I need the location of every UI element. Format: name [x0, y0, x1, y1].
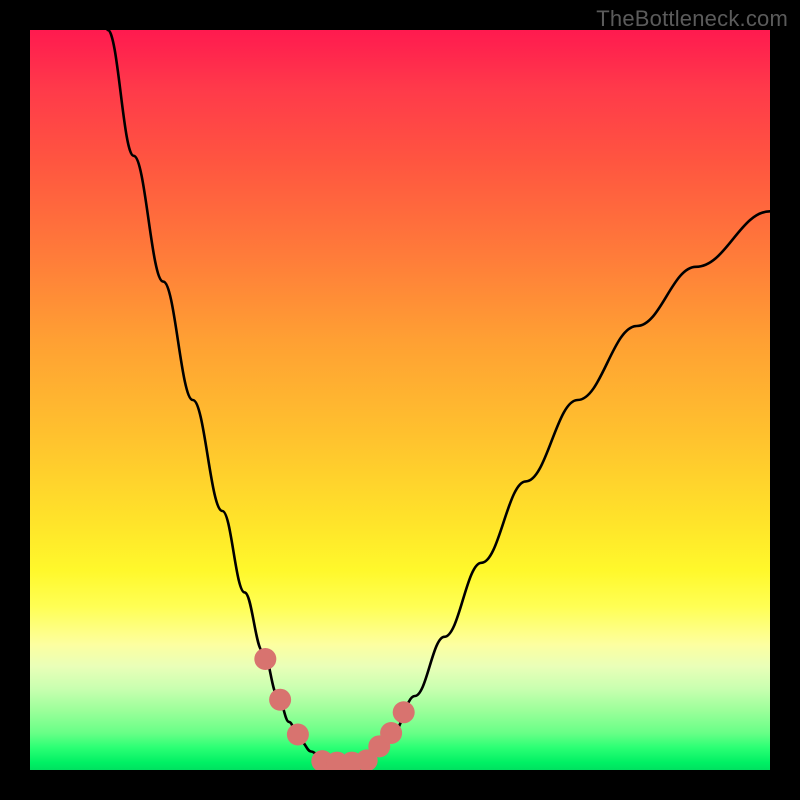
marker-point	[269, 689, 291, 711]
marker-point	[254, 648, 276, 670]
marker-point	[380, 722, 402, 744]
marker-point	[393, 701, 415, 723]
plot-svg	[30, 30, 770, 770]
chart-container: TheBottleneck.com	[0, 0, 800, 800]
marker-group	[254, 648, 414, 770]
curve-path	[108, 30, 770, 763]
watermark-text: TheBottleneck.com	[596, 6, 788, 32]
marker-point	[287, 723, 309, 745]
